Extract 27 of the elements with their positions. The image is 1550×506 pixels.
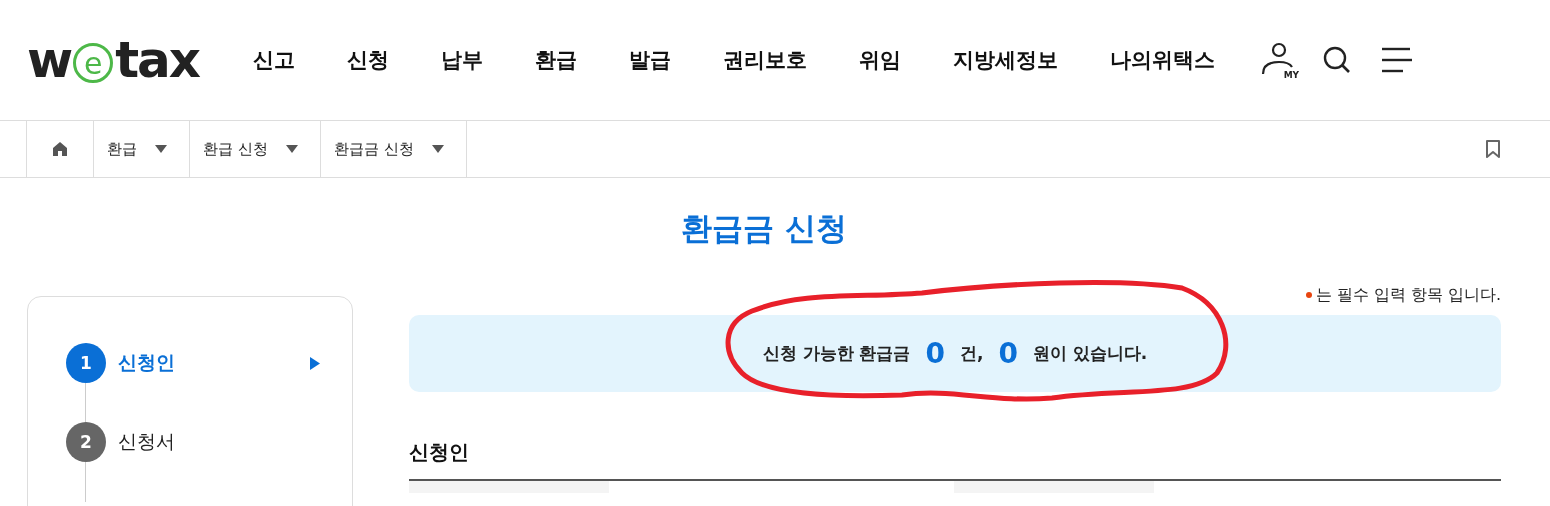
section-title: 신청인 [409, 439, 470, 466]
nav-link[interactable]: 환급 [509, 46, 604, 74]
step-number: 1 [66, 343, 106, 383]
breadcrumb-dropdown[interactable]: 환급금 신청 [319, 121, 467, 177]
page-title: 환급금 신청 [680, 209, 848, 248]
my-page-button[interactable]: MY [1259, 40, 1300, 80]
step-link[interactable]: 신청서 [118, 429, 320, 455]
summary-text: 건, [960, 342, 984, 365]
my-label: MY [1283, 70, 1300, 80]
summary-text: 신청 가능한 환급금 [762, 342, 911, 365]
nav-link[interactable]: 신고 [227, 46, 322, 74]
nav-link[interactable]: 신청 [321, 46, 416, 74]
breadcrumb-dropdown[interactable]: 환급 신청 [189, 121, 320, 177]
required-note: 는 필수 입력 항목 입니다. [1315, 284, 1501, 306]
refund-count: 0 [925, 337, 945, 370]
step-number: 2 [66, 422, 106, 462]
nav-link[interactable]: 위임 [833, 46, 928, 74]
breadcrumb-dropdown[interactable]: 환급 [93, 121, 189, 177]
wetax-logo[interactable]: w e tax [27, 30, 200, 90]
step-link[interactable]: 신청인 [118, 350, 310, 376]
nav-link[interactable]: 나의위택스 [1084, 46, 1242, 74]
nav-link[interactable]: 발급 [603, 46, 698, 74]
summary-text: 원이 있습니다. [1032, 342, 1148, 365]
refund-amount: 0 [998, 337, 1018, 370]
nav-link[interactable]: 권리보호 [697, 46, 834, 74]
nav-link[interactable]: 지방세정보 [927, 46, 1085, 74]
nav-link[interactable]: 납부 [415, 46, 510, 74]
